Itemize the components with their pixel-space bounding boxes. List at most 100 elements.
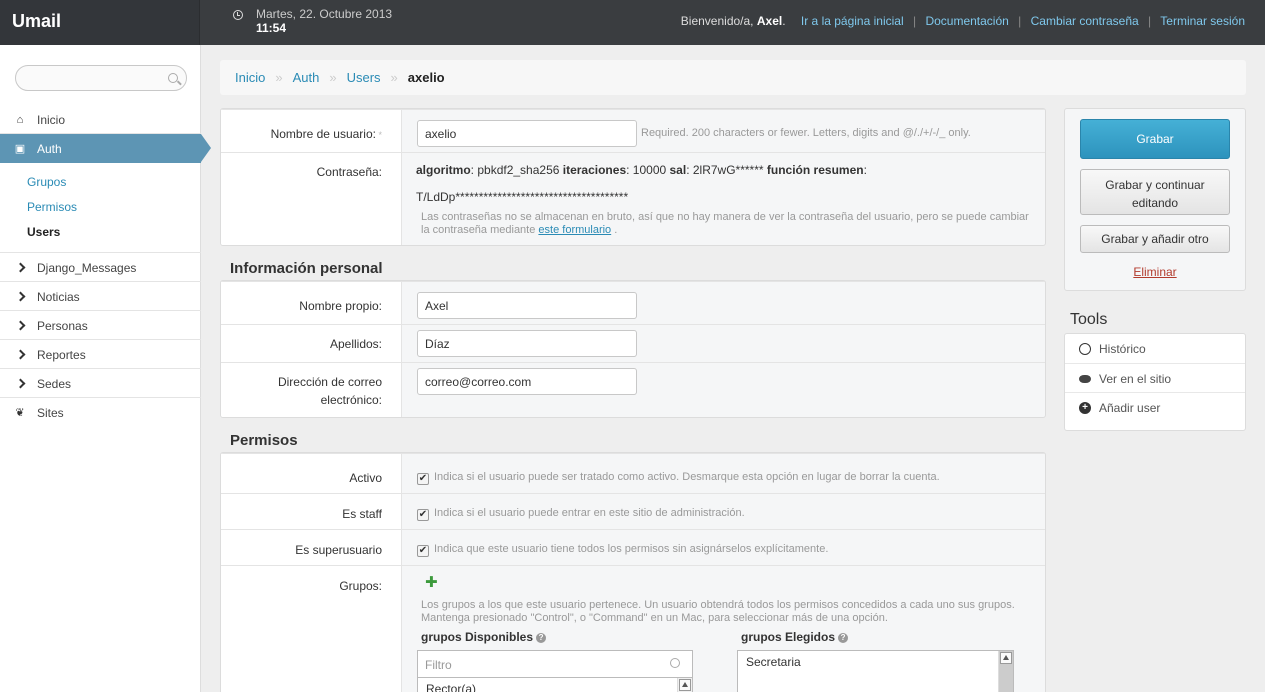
- tools-title: Tools: [1070, 311, 1108, 328]
- welcome-username: Axel: [756, 14, 783, 28]
- chosen-groups-title: grupos Elegidos?: [741, 630, 849, 644]
- search-icon: [670, 658, 680, 668]
- chevron-right-icon: [14, 349, 26, 361]
- user-credentials-panel: Nombre de usuario: Required. 200 charact…: [220, 108, 1046, 246]
- change-password-link[interactable]: Cambiar contraseña: [1031, 14, 1139, 28]
- change-password-form-link[interactable]: este formulario: [538, 224, 611, 236]
- sidebar-item-label: Personas: [37, 319, 88, 333]
- sidebar-item-auth[interactable]: ▣ Auth: [0, 134, 211, 163]
- chevron-right-icon: [14, 378, 26, 390]
- sidebar-item-django-messages[interactable]: Django_Messages: [0, 253, 201, 282]
- clock-icon: [233, 10, 243, 20]
- submit-row: Grabar Grabar y continuar editando Grabar…: [1064, 108, 1246, 291]
- welcome-text: Bienvenido/a,: [680, 14, 754, 28]
- help-icon[interactable]: ?: [536, 632, 547, 643]
- add-group-icon[interactable]: ✚: [425, 575, 438, 590]
- chevron-right-icon: [14, 291, 26, 303]
- password-hash-value: T/LdDp**********************************…: [416, 190, 629, 204]
- chevron-right-icon: [14, 320, 26, 332]
- superuser-help: Indica que este usuario tiene todos los …: [434, 543, 829, 555]
- first-name-label: Nombre propio:: [299, 299, 382, 313]
- list-item[interactable]: Secretaria: [746, 655, 801, 669]
- help-icon[interactable]: ?: [838, 632, 849, 643]
- list-item[interactable]: Rector(a): [426, 682, 476, 692]
- last-name-row: Apellidos:: [221, 324, 1045, 362]
- current-time: 11:54: [256, 21, 287, 35]
- email-input[interactable]: [417, 368, 637, 395]
- staff-label: Es staff: [342, 507, 382, 521]
- password-help: Las contraseñas no se almacenan en bruto…: [421, 211, 1029, 236]
- save-button[interactable]: Grabar: [1080, 119, 1230, 159]
- tools-list: Histórico Ver en el sitio + Añadir user: [1064, 333, 1246, 431]
- available-groups-filter[interactable]: Filtro: [417, 650, 693, 678]
- sidebar-item-label: Inicio: [37, 113, 66, 127]
- email-label: Dirección de correo electrónico:: [277, 375, 382, 407]
- tool-add-user[interactable]: + Añadir user: [1065, 392, 1245, 421]
- password-label: Contraseña:: [316, 165, 382, 179]
- sidebar-item-label: Noticias: [37, 290, 80, 304]
- auth-sub-nav: Grupos Permisos Users: [0, 163, 201, 253]
- clock-icon: [1079, 343, 1091, 355]
- sidebar-item-inicio[interactable]: ⌂ Inicio: [0, 105, 201, 134]
- breadcrumb-users[interactable]: Users: [347, 70, 381, 85]
- breadcrumb: Inicio» Auth» Users» axelio: [220, 60, 1246, 95]
- staff-row: Es staff ✔ Indica si el usuario puede en…: [221, 493, 1045, 529]
- home-page-link[interactable]: Ir a la página inicial: [801, 14, 904, 28]
- sidebar-item-sedes[interactable]: Sedes: [0, 369, 201, 398]
- permissions-title: Permisos: [230, 432, 298, 449]
- scrollbar[interactable]: [998, 651, 1013, 692]
- tool-history[interactable]: Histórico: [1065, 334, 1245, 363]
- scroll-up-icon[interactable]: [1000, 652, 1012, 664]
- documentation-link[interactable]: Documentación: [925, 14, 1008, 28]
- last-name-label: Apellidos:: [329, 337, 382, 351]
- chevron-right-icon: [14, 262, 26, 274]
- sidebar-item-sites[interactable]: ❦ Sites: [0, 398, 201, 427]
- sidebar-search-input[interactable]: [15, 65, 187, 91]
- personal-info-panel: Nombre propio: Apellidos: Dirección de c…: [220, 280, 1046, 418]
- tool-view-on-site[interactable]: Ver en el sitio: [1065, 363, 1245, 392]
- brand-title[interactable]: Umail: [12, 11, 61, 31]
- active-checkbox[interactable]: ✔: [417, 473, 429, 485]
- search-icon[interactable]: [168, 73, 178, 83]
- breadcrumb-inicio[interactable]: Inicio: [235, 70, 265, 85]
- groups-label: Grupos:: [339, 579, 382, 593]
- delete-link[interactable]: Eliminar: [1065, 265, 1245, 279]
- save-continue-button[interactable]: Grabar y continuar editando: [1080, 169, 1230, 215]
- chosen-groups-list[interactable]: Secretaria: [737, 650, 1014, 692]
- username-row: Nombre de usuario: Required. 200 charact…: [221, 109, 1045, 152]
- active-row: Activo ✔ Indica si el usuario puede ser …: [221, 453, 1045, 493]
- logout-link[interactable]: Terminar sesión: [1160, 14, 1245, 28]
- first-name-row: Nombre propio:: [221, 281, 1045, 324]
- superuser-checkbox[interactable]: ✔: [417, 545, 429, 557]
- email-row: Dirección de correo electrónico:: [221, 362, 1045, 417]
- brand[interactable]: Umail: [0, 0, 200, 45]
- breadcrumb-current: axelio: [407, 70, 445, 85]
- current-date: Martes, 22. Octubre 2013: [256, 7, 393, 21]
- sidebar-item-reportes[interactable]: Reportes: [0, 340, 201, 369]
- username-help: Required. 200 characters or fewer. Lette…: [641, 127, 971, 139]
- sidebar-item-label: Django_Messages: [37, 261, 137, 275]
- sidebar-item-label: Sedes: [37, 377, 72, 391]
- scroll-up-icon[interactable]: [679, 679, 691, 691]
- password-hash-summary: algoritmo: pbkdf2_sha256 iteraciones: 10…: [416, 163, 867, 177]
- home-icon: ⌂: [16, 114, 24, 126]
- last-name-input[interactable]: [417, 330, 637, 357]
- breadcrumb-auth[interactable]: Auth: [293, 70, 320, 85]
- sidebar-subitem-grupos[interactable]: Grupos: [27, 175, 66, 189]
- user-tools: Bienvenido/a, Axel. Ir a la página inici…: [680, 14, 1245, 28]
- sidebar-subitem-permisos[interactable]: Permisos: [27, 200, 77, 214]
- first-name-input[interactable]: [417, 292, 637, 319]
- available-groups-title: grupos Disponibles?: [421, 630, 547, 644]
- sidebar-subitem-users[interactable]: Users: [27, 225, 60, 239]
- available-groups-list[interactable]: Rector(a): [417, 677, 693, 692]
- save-add-another-button[interactable]: Grabar y añadir otro: [1080, 225, 1230, 253]
- sidebar-item-noticias[interactable]: Noticias: [0, 282, 201, 311]
- scrollbar[interactable]: [677, 678, 692, 692]
- groups-row: Grupos: ✚ Los grupos a los que este usua…: [221, 565, 1045, 692]
- sidebar-item-personas[interactable]: Personas: [0, 311, 201, 340]
- username-input[interactable]: [417, 120, 637, 147]
- filter-placeholder: Filtro: [425, 658, 452, 672]
- personal-info-title: Información personal: [230, 260, 383, 277]
- top-header: Umail Martes, 22. Octubre 2013 11:54 Bie…: [0, 0, 1265, 45]
- staff-checkbox[interactable]: ✔: [417, 509, 429, 521]
